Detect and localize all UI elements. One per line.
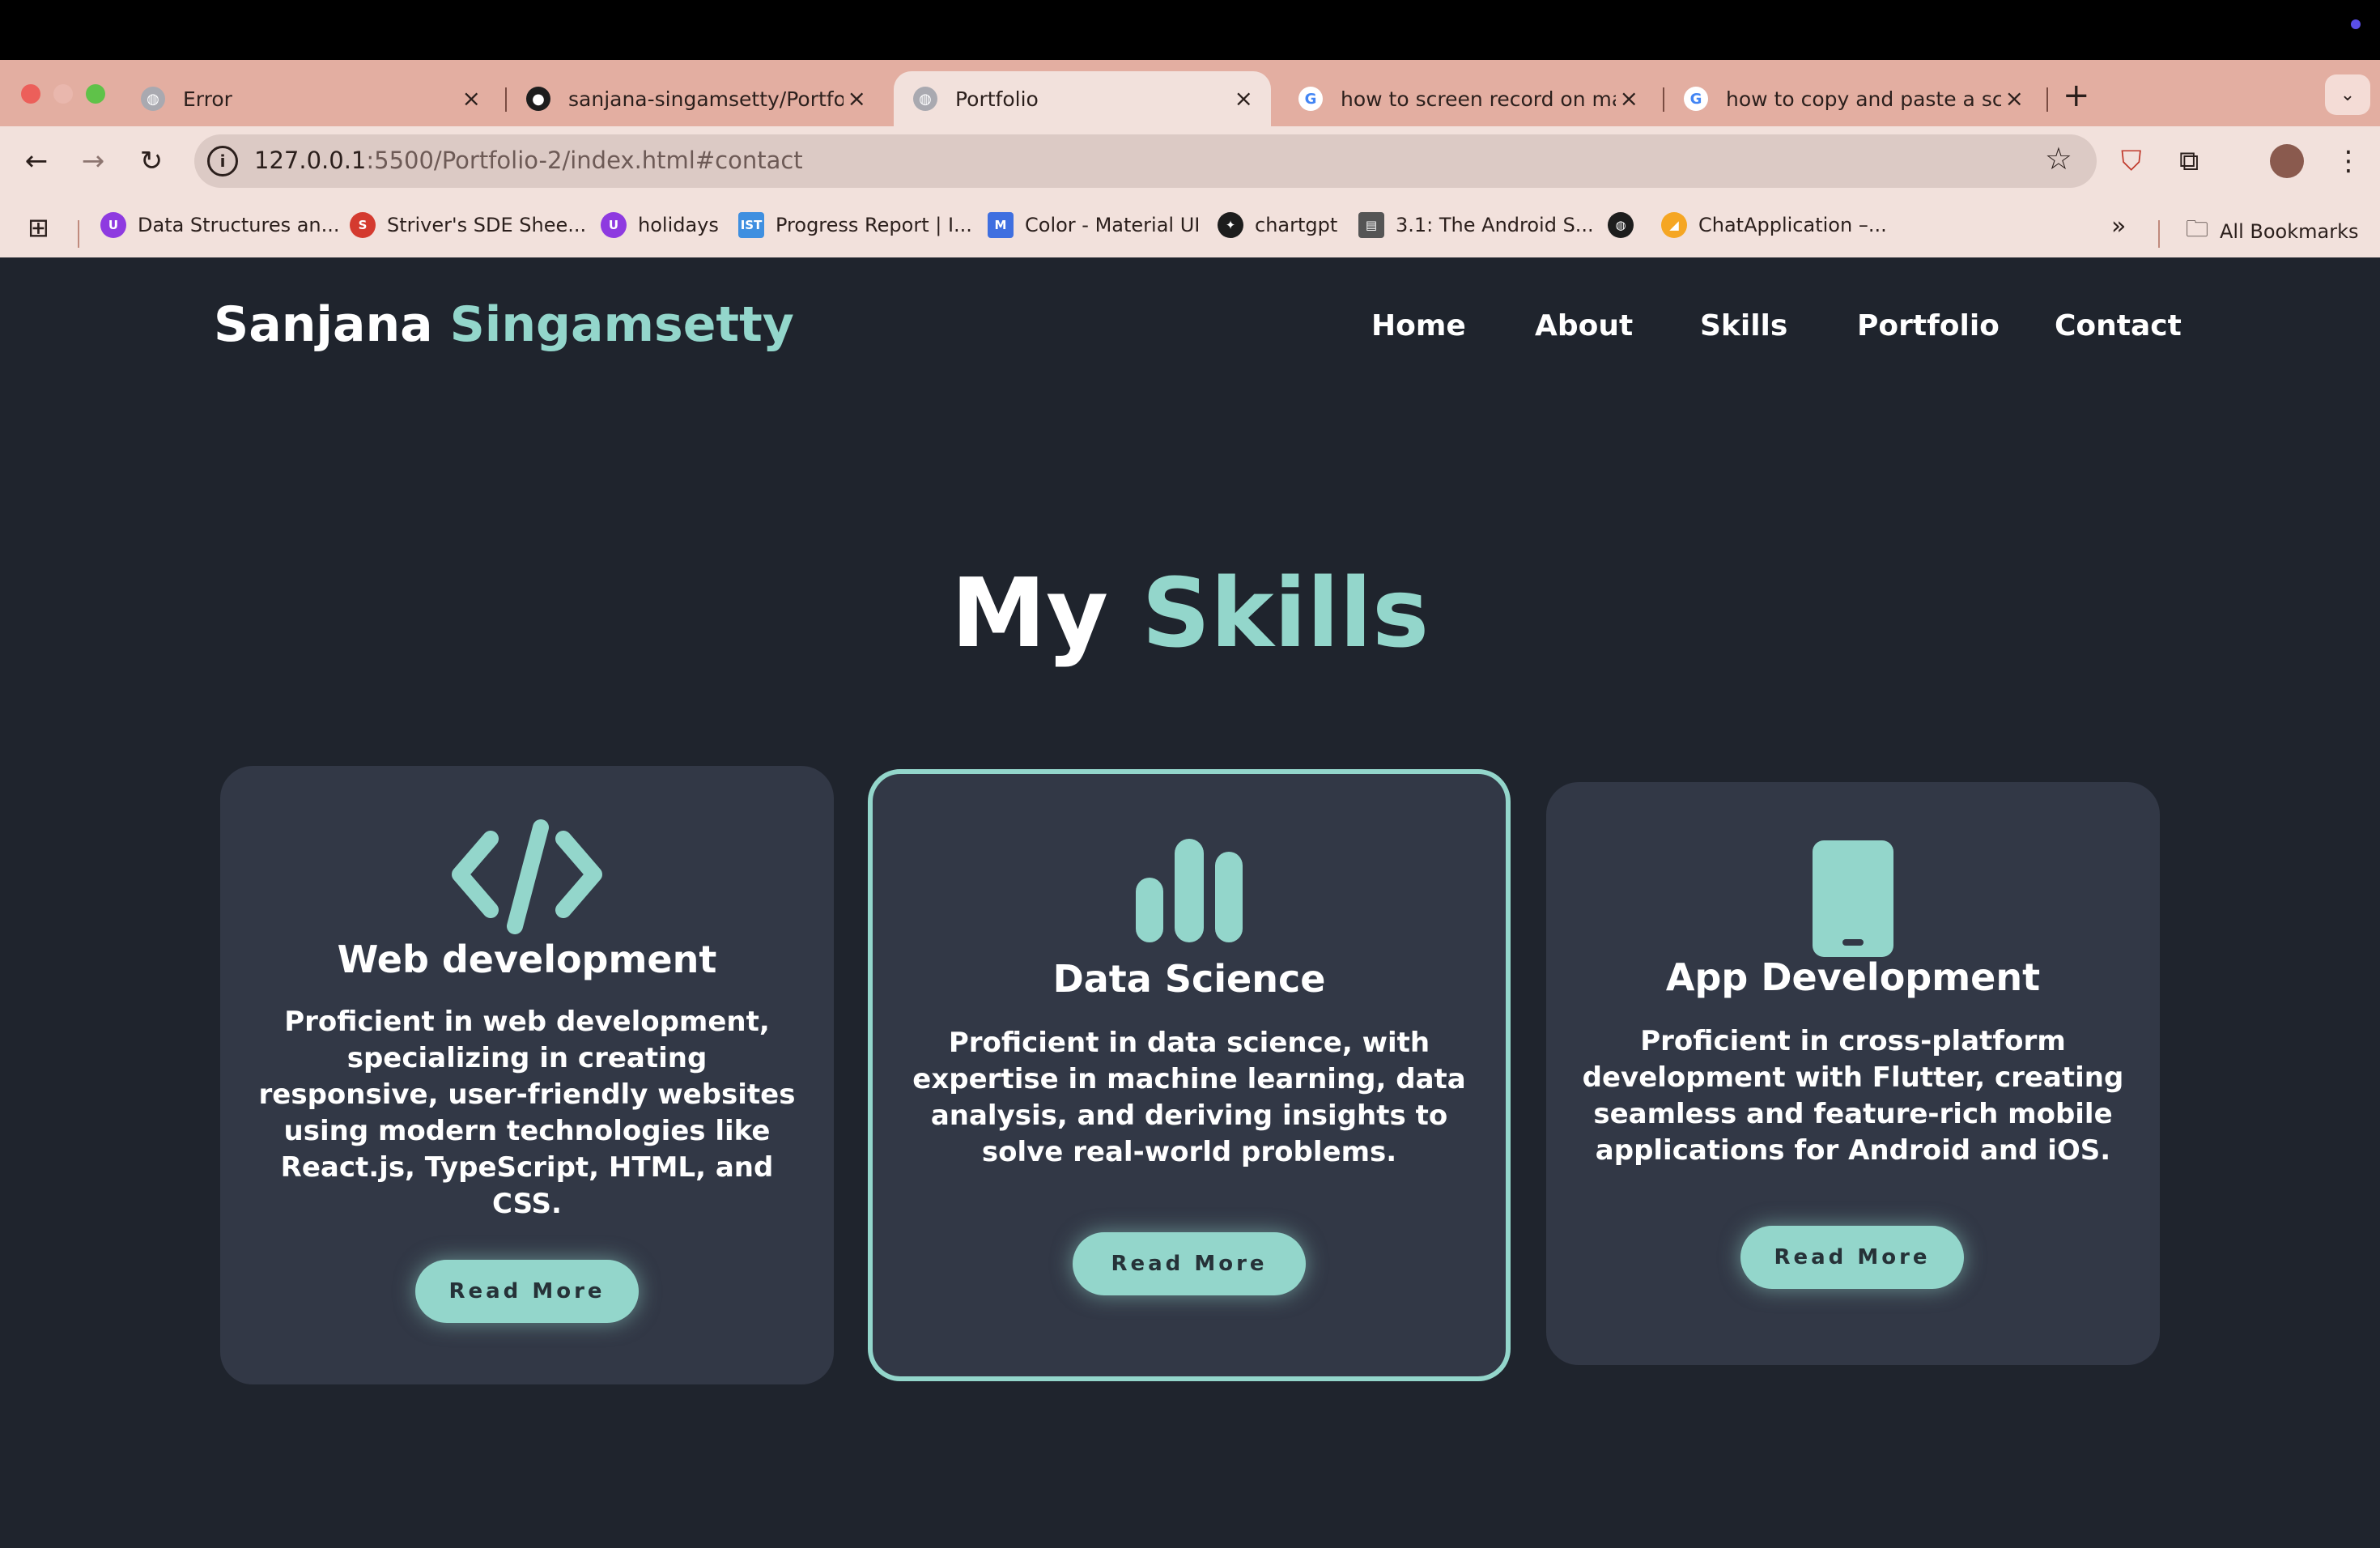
bookmark-favicon-icon: S xyxy=(350,212,376,238)
close-icon[interactable]: × xyxy=(1620,87,1638,110)
bookmark-separator xyxy=(2158,220,2160,248)
close-window-button[interactable] xyxy=(21,84,40,104)
zoom-window-button[interactable] xyxy=(86,84,105,104)
bookmark-item[interactable]: ◍ xyxy=(1608,212,1634,238)
github-icon: ● xyxy=(526,87,550,111)
bookmark-item[interactable]: U holidays xyxy=(601,212,719,238)
nav-skills[interactable]: Skills xyxy=(1700,309,1787,342)
tab-title: sanjana-singamsetty/Portfolio xyxy=(568,87,844,111)
globe-icon: ◍ xyxy=(141,87,165,111)
close-icon[interactable]: × xyxy=(1235,87,1253,110)
site-info-icon[interactable]: i xyxy=(207,146,238,176)
bookmark-favicon-icon: ◢ xyxy=(1661,212,1687,238)
close-icon[interactable]: × xyxy=(848,87,866,110)
skill-card-title: Web development xyxy=(337,938,717,981)
bookmarks-overflow-button[interactable]: » xyxy=(2111,212,2126,240)
skill-card-title: App Development xyxy=(1665,955,2041,999)
chevron-down-icon: ⌄ xyxy=(2340,84,2356,105)
address-bar[interactable]: i 127.0.0.1:5500/Portfolio-2/index.html#… xyxy=(194,134,2097,188)
bookmark-favicon-icon: ▤ xyxy=(1358,212,1384,238)
skill-card-web: Web development Proficient in web develo… xyxy=(220,766,834,1384)
minimize-window-button[interactable] xyxy=(53,84,73,104)
forward-button[interactable]: → xyxy=(73,141,113,181)
skill-card-description: Proficient in data science, with experti… xyxy=(912,1027,1466,1168)
bookmark-favicon-icon: IST xyxy=(738,212,764,238)
profile-avatar[interactable] xyxy=(2270,144,2304,178)
bookmark-favicon-icon: M xyxy=(988,212,1014,238)
bookmark-item[interactable]: ✦ chartgpt xyxy=(1218,212,1337,238)
read-more-button[interactable]: Read More xyxy=(1740,1226,1964,1289)
mobile-phone-icon xyxy=(1546,840,2160,957)
browser-chrome: ◍ Error × ● sanjana-singamsetty/Portfoli… xyxy=(0,60,2380,257)
folder-icon: 🗀 xyxy=(2186,215,2209,242)
close-icon[interactable]: × xyxy=(2005,87,2024,110)
bookmark-item[interactable]: ◢ ChatApplication –... xyxy=(1661,212,1887,238)
google-icon: G xyxy=(1298,87,1323,111)
apps-grid-icon[interactable]: ⊞ xyxy=(28,212,49,243)
bookmark-separator xyxy=(78,220,79,248)
bookmark-item[interactable]: IST Progress Report | I... xyxy=(738,212,972,238)
page-content: Sanjana Singamsetty Home About Skills Po… xyxy=(0,257,2380,1548)
site-logo[interactable]: Sanjana Singamsetty xyxy=(214,296,794,353)
tab-title: how to screen record on mac xyxy=(1341,87,1616,111)
tab-title: Error xyxy=(183,87,232,111)
all-bookmarks-button[interactable]: 🗀 All Bookmarks xyxy=(2186,212,2358,251)
nav-portfolio[interactable]: Portfolio xyxy=(1857,309,2000,342)
read-more-button[interactable]: Read More xyxy=(1073,1232,1306,1295)
tab-google-copy-paste[interactable]: G how to copy and paste a scre × xyxy=(1664,71,2042,126)
extensions-puzzle-icon[interactable]: ⧉ xyxy=(2179,142,2199,180)
tab-error[interactable]: ◍ Error × xyxy=(121,71,499,126)
bookmark-favicon-icon: U xyxy=(601,212,627,238)
bookmarks-bar: ⊞ U Data Structures an... S Striver's SD… xyxy=(0,196,2380,257)
nav-contact[interactable]: Contact xyxy=(2055,309,2182,342)
section-title: My Skills xyxy=(950,557,1430,669)
url-text[interactable]: 127.0.0.1:5500/Portfolio-2/index.html#co… xyxy=(254,147,803,174)
more-menu-icon[interactable]: ⋮ xyxy=(2335,142,2362,180)
nav-home[interactable]: Home xyxy=(1371,309,1466,342)
bookmark-item[interactable]: S Striver's SDE Shee... xyxy=(350,212,586,238)
tab-strip: ◍ Error × ● sanjana-singamsetty/Portfoli… xyxy=(0,60,2380,126)
new-tab-button[interactable]: + xyxy=(2063,79,2090,112)
tab-title: Portfolio xyxy=(955,87,1039,111)
bookmark-item[interactable]: ▤ 3.1: The Android S... xyxy=(1358,212,1594,238)
code-icon xyxy=(220,818,834,936)
skill-card-title: Data Science xyxy=(1052,957,1326,1001)
bar-chart-icon xyxy=(873,839,1506,942)
tab-separator xyxy=(2046,87,2048,112)
skill-card-app: App Development Proficient in cross-plat… xyxy=(1546,782,2160,1365)
bookmark-item[interactable]: M Color - Material UI xyxy=(988,212,1200,238)
bookmark-favicon-icon: ✦ xyxy=(1218,212,1243,238)
bookmark-item[interactable]: U Data Structures an... xyxy=(100,212,340,238)
globe-icon: ◍ xyxy=(913,87,937,111)
tab-title: how to copy and paste a scre xyxy=(1726,87,2001,111)
bookmark-favicon-icon: U xyxy=(100,212,126,238)
tab-google-screen-record[interactable]: G how to screen record on mac × xyxy=(1279,71,1656,126)
close-icon[interactable]: × xyxy=(462,87,481,110)
skill-card-data-science: Data Science Proficient in data science,… xyxy=(868,769,1511,1381)
toolbar: ← → ↻ i 127.0.0.1:5500/Portfolio-2/index… xyxy=(0,126,2380,196)
globe-icon: ◍ xyxy=(1608,212,1634,238)
skill-card-description: Proficient in web development, specializ… xyxy=(258,1006,796,1220)
tab-search-button[interactable]: ⌄ xyxy=(2325,74,2370,115)
skill-card-description: Proficient in cross-platform development… xyxy=(1582,1025,2124,1167)
shield-extension-icon[interactable]: ⛉ xyxy=(2121,142,2142,180)
tab-portfolio[interactable]: ◍ Portfolio × xyxy=(894,71,1271,126)
reload-button[interactable]: ↻ xyxy=(131,141,172,181)
read-more-button[interactable]: Read More xyxy=(415,1260,639,1323)
status-dot xyxy=(2351,19,2361,29)
google-icon: G xyxy=(1684,87,1708,111)
back-button[interactable]: ← xyxy=(16,141,57,181)
bookmark-star-icon[interactable]: ☆ xyxy=(2045,141,2072,176)
nav-about[interactable]: About xyxy=(1535,309,1633,342)
tab-github[interactable]: ● sanjana-singamsetty/Portfolio × xyxy=(507,71,884,126)
os-top-bar xyxy=(0,0,2380,60)
